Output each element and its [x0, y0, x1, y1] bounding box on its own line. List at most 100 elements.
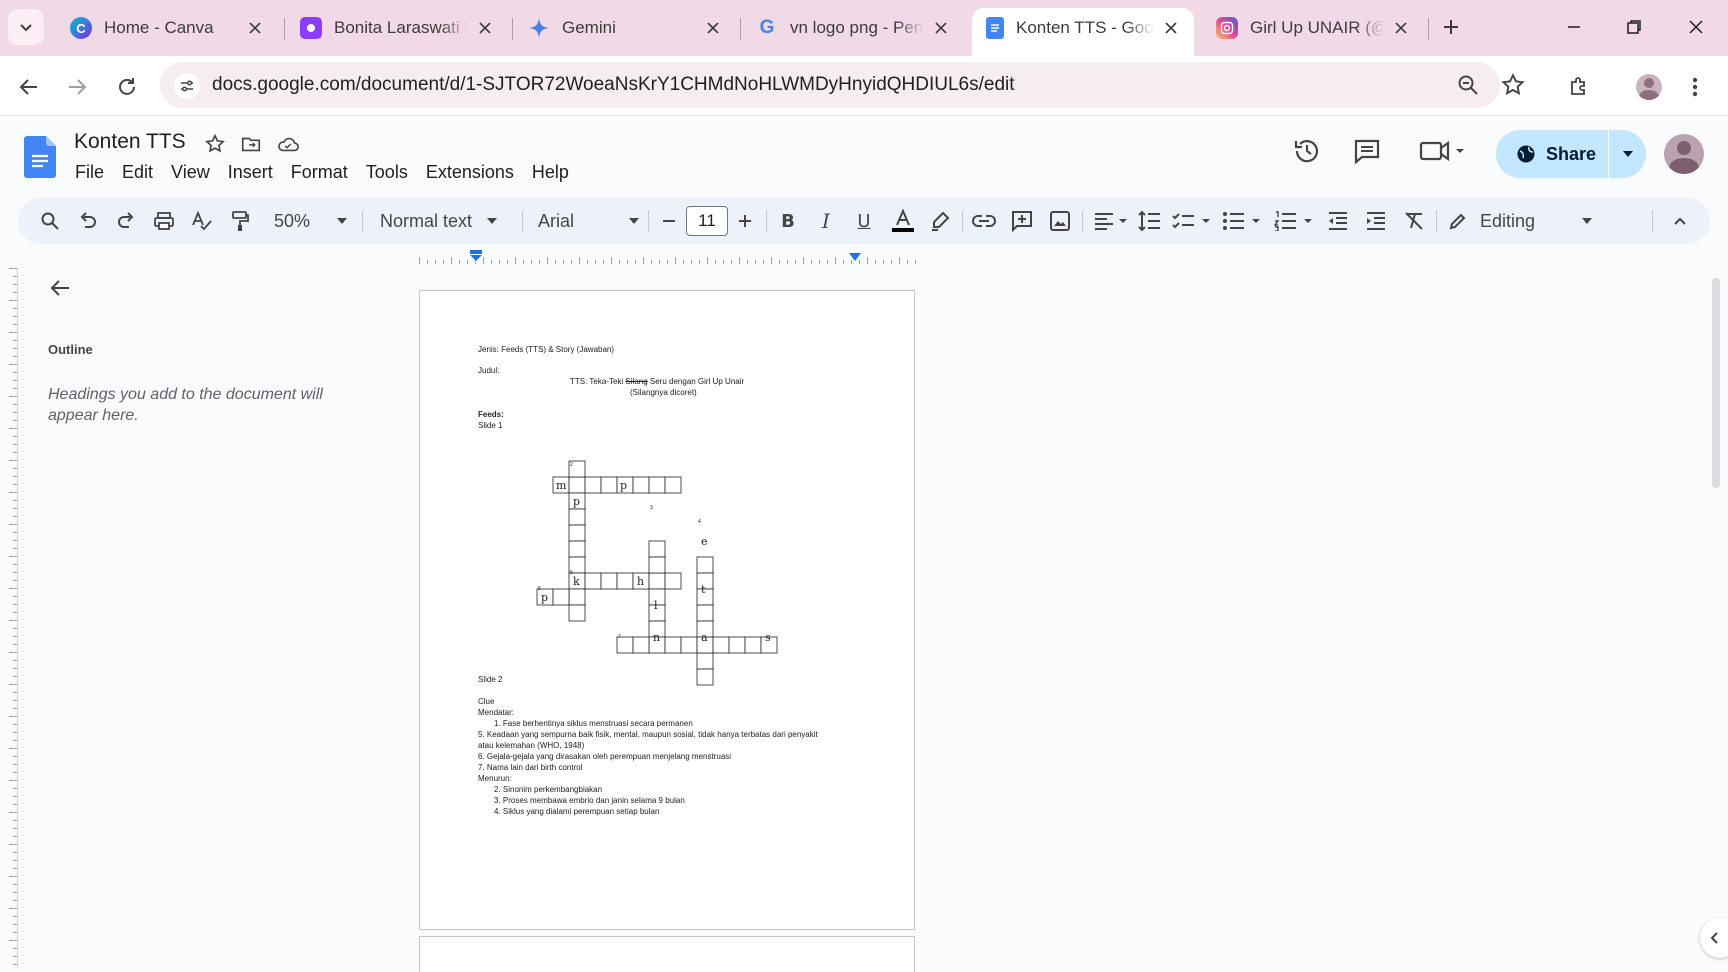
share-button[interactable]: Share [1496, 130, 1646, 178]
crossword-grid[interactable]: m p p k h e t l n a s p 2 3 4 5 6 7 [420, 291, 916, 931]
text-color-button[interactable] [888, 198, 918, 244]
menu-file[interactable]: File [66, 162, 113, 183]
bold-button[interactable]: B [774, 198, 802, 244]
insert-image-button[interactable] [1046, 198, 1074, 244]
menu-help[interactable]: Help [523, 162, 578, 183]
doc-clue-across-5b[interactable]: atau kelemahan (WHO, 1948) [478, 741, 584, 750]
paint-format-button[interactable] [226, 198, 254, 244]
browser-tab-google-search[interactable]: G vn logo png - Pene [742, 8, 964, 48]
docs-logo-icon[interactable] [24, 136, 56, 183]
browser-tab-canva-home[interactable]: C Home - Canva [56, 8, 278, 48]
document-page[interactable]: Jenis: Feeds (TTS) & Story (Jawaban) Jud… [419, 290, 915, 930]
menu-format[interactable]: Format [282, 162, 357, 183]
font-size-input[interactable]: 11 [686, 206, 728, 236]
restore-button[interactable] [1614, 10, 1654, 44]
zoom-icon[interactable] [1456, 73, 1480, 102]
zoom-select[interactable]: 50% [270, 198, 354, 244]
menu-insert[interactable]: Insert [219, 162, 282, 183]
italic-button[interactable]: I [812, 198, 840, 244]
menu-tools[interactable]: Tools [357, 162, 417, 183]
doc-clue-down-4[interactable]: 4. Siklus yang dialami perempuan setiap … [494, 807, 659, 816]
search-menus-button[interactable] [36, 198, 64, 244]
ruler-tick [13, 884, 17, 885]
extensions-button[interactable] [1562, 70, 1596, 104]
align-button[interactable] [1090, 198, 1130, 244]
account-avatar[interactable] [1664, 134, 1704, 174]
tab-search-button[interactable] [8, 9, 44, 45]
undo-button[interactable] [74, 198, 102, 244]
menu-extensions[interactable]: Extensions [417, 162, 523, 183]
doc-clue-down-3[interactable]: 3. Proses membawa embrio dan janin selam… [494, 796, 685, 805]
arrow-left-icon[interactable] [48, 276, 72, 305]
print-button[interactable] [150, 198, 178, 244]
close-icon[interactable] [1390, 17, 1412, 39]
document-page-2[interactable] [419, 936, 915, 972]
menu-edit[interactable]: Edit [113, 162, 162, 183]
checklist-button[interactable] [1170, 198, 1214, 244]
reload-button[interactable] [110, 70, 144, 104]
ruler-tick [843, 260, 844, 264]
close-icon[interactable] [930, 17, 952, 39]
doc-clue-across-7[interactable]: 7. Nama lain dari birth control [478, 763, 583, 772]
underline-button[interactable]: U [850, 198, 878, 244]
meet-video-icon[interactable] [1418, 136, 1466, 171]
doc-clue-across-1[interactable]: 1. Fase berhentinya siklus menstruasi se… [494, 719, 693, 728]
redo-button[interactable] [112, 198, 140, 244]
decrease-font-size-button[interactable] [658, 198, 680, 244]
close-window-button[interactable] [1676, 10, 1716, 44]
browser-tab-konten-tts[interactable]: Konten TTS - Goog [972, 8, 1194, 56]
browser-tab-instagram[interactable]: Girl Up UNAIR (@g [1202, 8, 1424, 48]
forward-button[interactable] [60, 70, 94, 104]
doc-clue-label[interactable]: Clue [478, 697, 494, 706]
menu-view[interactable]: View [162, 162, 219, 183]
increase-indent-button[interactable] [1362, 198, 1390, 244]
spellcheck-button[interactable] [188, 198, 216, 244]
bookmark-star-icon[interactable] [1500, 72, 1526, 103]
close-icon[interactable] [474, 17, 496, 39]
highlight-color-button[interactable] [926, 198, 954, 244]
side-panel-toggle[interactable] [1700, 918, 1728, 958]
vertical-scrollbar[interactable] [1712, 278, 1720, 488]
url-text[interactable]: docs.google.com/document/d/1-SJTOR72Woea… [212, 74, 1015, 96]
add-comment-button[interactable] [1008, 198, 1036, 244]
font-select[interactable]: Arial [538, 198, 650, 244]
doc-clue-across-6[interactable]: 6. Gejala-gejala yang dirasakan oleh per… [478, 752, 731, 761]
numbered-list-button[interactable] [1272, 198, 1316, 244]
browser-tab-gemini[interactable]: Gemini [514, 8, 736, 48]
decrease-indent-button[interactable] [1324, 198, 1352, 244]
close-icon[interactable] [702, 17, 724, 39]
line-spacing-button[interactable] [1136, 198, 1164, 244]
move-folder-icon[interactable] [240, 133, 262, 160]
cloud-status-icon[interactable] [276, 133, 300, 160]
close-icon[interactable] [244, 17, 266, 39]
minimize-button[interactable] [1554, 10, 1594, 44]
star-icon[interactable] [204, 133, 226, 160]
share-dropdown-arrow[interactable] [1609, 150, 1646, 158]
doc-slide2-label[interactable]: Slide 2 [478, 675, 502, 684]
profile-button[interactable] [1632, 70, 1666, 104]
ruler-tick [13, 340, 17, 341]
clear-formatting-button[interactable] [1400, 198, 1428, 244]
comments-icon[interactable] [1352, 136, 1382, 171]
browser-tab-bonita[interactable]: Bonita Laraswati W [286, 8, 508, 48]
document-title[interactable]: Konten TTS [74, 130, 186, 154]
browser-menu-button[interactable] [1678, 70, 1712, 104]
insert-link-button[interactable] [970, 198, 998, 244]
increase-font-size-button[interactable] [734, 198, 756, 244]
version-history-icon[interactable] [1292, 136, 1322, 171]
close-icon[interactable] [1160, 17, 1182, 39]
paragraph-style-select[interactable]: Normal text [380, 198, 506, 244]
back-button[interactable] [12, 70, 46, 104]
new-tab-button[interactable] [1436, 12, 1466, 42]
doc-menurun-label[interactable]: Menurun: [478, 774, 512, 783]
doc-clue-down-2[interactable]: 2. Sinonim perkembangbiakan [494, 785, 602, 794]
site-info-icon[interactable] [174, 73, 200, 99]
left-indent-marker-icon[interactable] [469, 250, 483, 262]
doc-mendatar-label[interactable]: Mendatar: [478, 708, 514, 717]
hide-menus-button[interactable] [1666, 198, 1694, 244]
address-bar[interactable]: docs.google.com/document/d/1-SJTOR72Woea… [160, 62, 1525, 108]
editing-mode-select[interactable]: Editing [1448, 198, 1598, 244]
doc-clue-across-5a[interactable]: 5. Keadaan yang sempurna baik fisik, men… [478, 730, 818, 739]
ruler-tick [9, 332, 17, 333]
bulleted-list-button[interactable] [1220, 198, 1264, 244]
